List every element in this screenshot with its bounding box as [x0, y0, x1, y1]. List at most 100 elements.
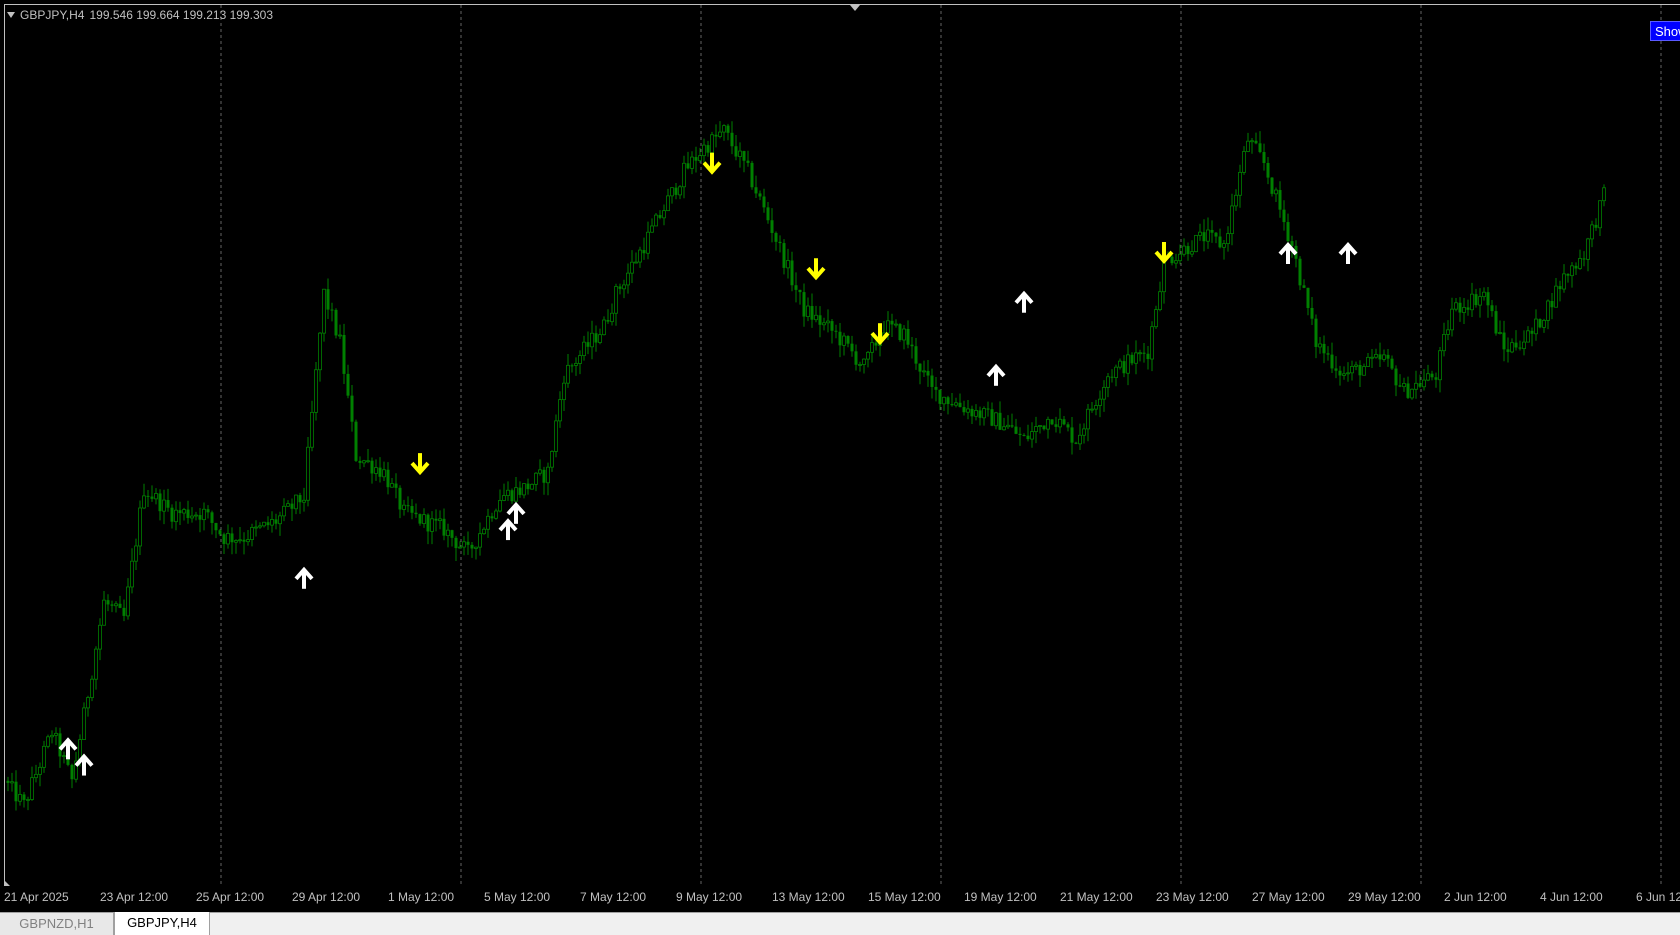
candle	[1234, 189, 1238, 211]
candle	[234, 539, 238, 554]
candle	[386, 462, 390, 495]
candle	[270, 511, 274, 533]
candle	[770, 208, 774, 243]
chart-shift-marker-icon[interactable]	[850, 5, 860, 11]
candle	[1446, 320, 1450, 341]
candle	[1042, 425, 1046, 431]
candle	[274, 513, 278, 530]
candle	[1098, 390, 1102, 418]
candle	[10, 772, 14, 792]
candle	[854, 344, 858, 371]
candle	[258, 522, 262, 529]
candle	[1090, 401, 1094, 413]
candle	[1514, 330, 1518, 351]
buy-arrow-icon	[294, 566, 314, 589]
candle	[86, 695, 90, 717]
candle	[90, 675, 94, 702]
candle	[966, 400, 970, 420]
candle	[1550, 293, 1554, 320]
date-axis-label: 7 May 12:00	[580, 890, 647, 904]
candle	[1506, 337, 1510, 363]
candle	[1006, 415, 1010, 429]
candle	[74, 751, 78, 783]
dropdown-triangle-icon[interactable]	[7, 12, 15, 18]
candle	[1526, 326, 1530, 343]
candle	[1186, 242, 1190, 261]
candle	[46, 734, 50, 749]
candle	[446, 523, 450, 548]
candle	[1106, 372, 1110, 398]
candle	[1018, 427, 1022, 446]
candle	[62, 751, 66, 764]
candle	[266, 516, 270, 530]
candle	[794, 272, 798, 303]
candle	[254, 520, 258, 537]
candle	[922, 360, 926, 377]
price-chart[interactable]	[0, 0, 1680, 884]
candle	[318, 332, 322, 382]
candle	[422, 508, 426, 528]
chart-window[interactable]: GBPJPY,H4 199.546 199.664 199.213 199.30…	[0, 0, 1680, 912]
candle	[974, 404, 978, 421]
candle	[906, 320, 910, 349]
candle	[118, 595, 122, 609]
candle	[162, 489, 166, 525]
candle	[390, 478, 394, 488]
candle	[434, 509, 438, 532]
candle	[622, 279, 626, 299]
candle	[486, 508, 490, 538]
candle	[598, 328, 602, 345]
buy-arrow-icon	[1278, 241, 1298, 264]
symbol-header[interactable]: GBPJPY,H4 199.546 199.664 199.213 199.30…	[7, 8, 273, 22]
candle	[1362, 363, 1366, 376]
candle	[1554, 278, 1558, 308]
candle	[602, 316, 606, 336]
candle	[926, 359, 930, 387]
candle	[334, 308, 338, 339]
candle	[178, 501, 182, 525]
candle	[1110, 369, 1114, 383]
candle	[754, 175, 758, 199]
candle	[122, 599, 126, 622]
tab-gbpnzd-h1[interactable]: GBPNZD,H1	[0, 913, 114, 935]
candle	[762, 188, 766, 213]
candle	[466, 531, 470, 555]
candle	[306, 437, 310, 507]
date-axis-label: 19 May 12:00	[964, 890, 1037, 904]
candle	[242, 532, 246, 555]
candle	[1386, 348, 1390, 367]
candle	[1390, 355, 1394, 370]
tab-gbpjpy-h4[interactable]: GBPJPY,H4	[114, 912, 210, 935]
candle	[214, 522, 218, 539]
show-button[interactable]: Show	[1650, 21, 1680, 41]
candle	[30, 766, 34, 801]
candle	[1358, 360, 1362, 388]
candle	[1058, 408, 1062, 434]
candle	[1198, 223, 1202, 241]
candle	[370, 457, 374, 484]
candle	[862, 358, 866, 374]
candle	[1378, 342, 1382, 368]
candle	[670, 187, 674, 204]
candle	[454, 535, 458, 561]
candle	[658, 210, 662, 220]
candle	[314, 361, 318, 421]
candle	[638, 246, 642, 268]
candle	[1450, 297, 1454, 337]
candle	[1070, 417, 1074, 455]
candle	[1374, 348, 1378, 359]
candle	[1314, 314, 1318, 359]
candle	[614, 283, 618, 326]
candle	[542, 466, 546, 495]
candle	[766, 202, 770, 224]
candle	[1414, 370, 1418, 399]
candle	[1354, 361, 1358, 371]
candle	[1574, 262, 1578, 275]
candle	[414, 503, 418, 518]
candle	[1122, 355, 1126, 378]
candle	[902, 325, 906, 350]
candle	[1218, 228, 1222, 249]
signal-arrows	[58, 152, 1358, 776]
candle	[1570, 262, 1574, 288]
candle	[930, 368, 934, 399]
